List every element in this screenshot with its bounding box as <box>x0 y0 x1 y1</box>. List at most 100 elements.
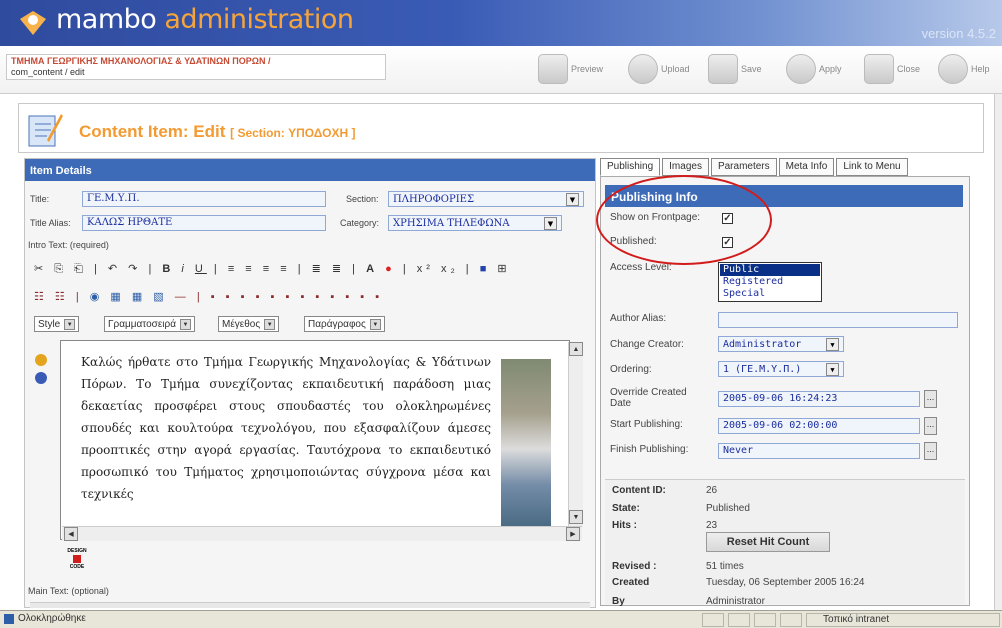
breadcrumb-path: com_content / edit <box>11 67 85 77</box>
item-details-header: Item Details <box>25 159 595 181</box>
override-date-picker-button[interactable]: ... <box>924 390 937 408</box>
state-value: Published <box>706 503 750 514</box>
page-title: Content Item: Edit [ Section: ΥΠΟΔΟΧΗ ] <box>79 122 356 141</box>
change-creator-label: Change Creator: <box>610 339 684 350</box>
chevron-down-icon: ▼ <box>264 318 276 330</box>
mambo-logo-icon <box>20 11 46 35</box>
tab-link-to-menu[interactable]: Link to Menu <box>836 158 908 176</box>
page-header: Content Item: Edit [ Section: ΥΠΟΔΟΧΗ ] <box>18 103 984 153</box>
start-publishing-label: Start Publishing: <box>610 419 683 430</box>
start-publishing-field[interactable]: 2005-09-06 02:00:00 <box>718 418 920 434</box>
author-alias-field[interactable] <box>718 312 958 328</box>
section-label: Section: <box>346 194 379 204</box>
access-option-special[interactable]: Special <box>723 288 817 300</box>
finish-publishing-label: Finish Publishing: <box>610 444 689 455</box>
by-label: By <box>612 596 625 607</box>
title-alias-label: Title Alias: <box>30 218 71 228</box>
chevron-down-icon: ▼ <box>64 318 76 330</box>
revised-label: Revised : <box>612 561 657 572</box>
access-option-public[interactable]: Public <box>720 264 820 276</box>
page-vertical-scrollbar[interactable] <box>994 94 1002 610</box>
admin-banner: mambo administration version 4.5.2 <box>0 0 1002 46</box>
preview-icon <box>538 54 568 84</box>
tab-parameters[interactable]: Parameters <box>710 158 777 176</box>
tab-publishing[interactable]: Publishing <box>600 158 661 176</box>
browser-status-bar: Ολοκληρώθηκε Τοπικό intranet <box>0 610 1002 628</box>
close-icon <box>864 54 894 84</box>
reset-hit-count-button[interactable]: Reset Hit Count <box>706 532 830 552</box>
design-code-toggle[interactable]: DESIGN CODE <box>64 548 90 570</box>
by-value: Administrator <box>706 596 765 607</box>
format-dropdown[interactable]: Παράγραφος ▼ <box>304 316 385 332</box>
title-alias-field[interactable]: ΚΑΛΩΣ ΗΡΘΑΤΕ <box>82 215 326 231</box>
chevron-down-icon: ▼ <box>179 318 191 330</box>
scroll-down-icon[interactable]: ▼ <box>569 510 583 524</box>
editor-embedded-image <box>501 359 551 539</box>
main-text-editor-toolbar[interactable] <box>30 602 590 608</box>
finish-publishing-field[interactable]: Never <box>718 443 920 459</box>
app-title: mambo administration <box>56 4 354 35</box>
right-tabs: Publishing Images Parameters Meta Info L… <box>600 158 908 178</box>
editor-side-icon[interactable] <box>32 352 50 388</box>
preview-button[interactable]: Preview <box>538 52 603 86</box>
upload-button[interactable]: Upload <box>628 52 690 86</box>
style-dropdown[interactable]: Style ▼ <box>34 316 80 332</box>
scroll-up-icon[interactable]: ▲ <box>569 342 583 356</box>
font-dropdown[interactable]: Γραμματοσειρά ▼ <box>104 316 195 332</box>
annotation-circle <box>596 175 772 265</box>
tab-images[interactable]: Images <box>662 158 709 176</box>
intro-text-editor[interactable]: Καλώς ήρθατε στο Τμήμα Γεωργικής Μηχανολ… <box>60 340 570 540</box>
state-label: State: <box>612 503 640 514</box>
version-label: version 4.5.2 <box>921 26 996 41</box>
security-zone: Τοπικό intranet <box>806 613 1000 627</box>
editor-content[interactable]: Καλώς ήρθατε στο Τμήμα Γεωργικής Μηχανολ… <box>81 351 491 505</box>
ordering-select[interactable]: 1 (ΓΕ.Μ.Υ.Π.) ▼ <box>718 361 844 377</box>
finish-date-picker-button[interactable]: ... <box>924 442 937 460</box>
apply-button[interactable]: Apply <box>786 52 842 86</box>
tab-meta-info[interactable]: Meta Info <box>778 158 835 176</box>
editor-horizontal-scrollbar[interactable]: ◀ ▶ <box>62 526 582 541</box>
intro-text-label: Intro Text: (required) <box>28 240 109 250</box>
help-icon <box>938 54 968 84</box>
editor-toolbar-row-2[interactable]: ☷ ☷ | ◉ ▦ ▦ ▧ — | ▪ ▪ ▪ ▪ ▪ ▪ ▪ ▪ ▪ ▪ ▪ … <box>34 290 383 303</box>
override-created-label: Override Created Date <box>610 387 687 409</box>
change-creator-select[interactable]: Administrator ▼ <box>718 336 844 352</box>
revised-value: 51 times <box>706 561 744 572</box>
scroll-right-icon[interactable]: ▶ <box>566 527 580 541</box>
close-button[interactable]: Close <box>864 52 920 86</box>
size-dropdown[interactable]: Μέγεθος ▼ <box>218 316 280 332</box>
author-alias-label: Author Alias: <box>610 313 667 324</box>
chevron-down-icon: ▼ <box>544 216 557 230</box>
category-select[interactable]: ΧΡΗΣΙΜΑ ΤΗΛΕΦΩΝΑ ▼ <box>388 215 562 231</box>
upload-icon <box>628 54 658 84</box>
help-button[interactable]: Help <box>938 52 990 86</box>
ordering-label: Ordering: <box>610 364 652 375</box>
breadcrumb-section[interactable]: ΤΜΗΜΑ ΓΕΩΡΓΙΚΗΣ ΜΗΧΑΝΟΛΟΓΙΑΣ & ΥΔΑΤΙΝΩΝ … <box>11 56 381 67</box>
content-id-value: 26 <box>706 485 718 496</box>
editor-toolbar-row-1[interactable]: ✂ ⎘ ⎗ | ↶ ↷ | B i U | ≡ ≡ ≡ ≡ | ≣ ≣ | A … <box>34 262 511 276</box>
hits-value: 23 <box>706 520 718 531</box>
access-option-registered[interactable]: Registered <box>723 276 817 288</box>
edit-document-icon <box>28 114 63 147</box>
category-label: Category: <box>340 218 380 228</box>
override-created-field[interactable]: 2005-09-06 16:24:23 <box>718 391 920 407</box>
created-label: Created <box>612 577 650 588</box>
design-toggle-icon <box>73 555 81 563</box>
chevron-down-icon: ▼ <box>826 337 839 351</box>
main-text-label: Main Text: (optional) <box>28 586 109 596</box>
editor-vertical-scrollbar[interactable]: ▲ ▼ <box>568 342 583 527</box>
chevron-down-icon: ▼ <box>826 362 839 376</box>
chevron-down-icon: ▼ <box>369 318 381 330</box>
access-level-listbox[interactable]: Public Registered Special <box>718 262 822 302</box>
created-value: Tuesday, 06 September 2005 16:24 <box>706 577 865 588</box>
breadcrumb: ΤΜΗΜΑ ΓΕΩΡΓΙΚΗΣ ΜΗΧΑΝΟΛΟΓΙΑΣ & ΥΔΑΤΙΝΩΝ … <box>6 54 386 80</box>
hits-label: Hits : <box>612 520 637 531</box>
save-button[interactable]: Save <box>708 52 762 86</box>
status-text: Ολοκληρώθηκε <box>4 613 86 624</box>
chevron-down-icon: ▼ <box>566 192 579 206</box>
start-date-picker-button[interactable]: ... <box>924 417 937 435</box>
scroll-left-icon[interactable]: ◀ <box>64 527 78 541</box>
section-select[interactable]: ΠΛΗΡΟΦΟΡΙΕΣ ▼ <box>388 191 584 207</box>
save-icon <box>708 54 738 84</box>
title-field[interactable]: ΓΕ.Μ.Υ.Π. <box>82 191 326 207</box>
